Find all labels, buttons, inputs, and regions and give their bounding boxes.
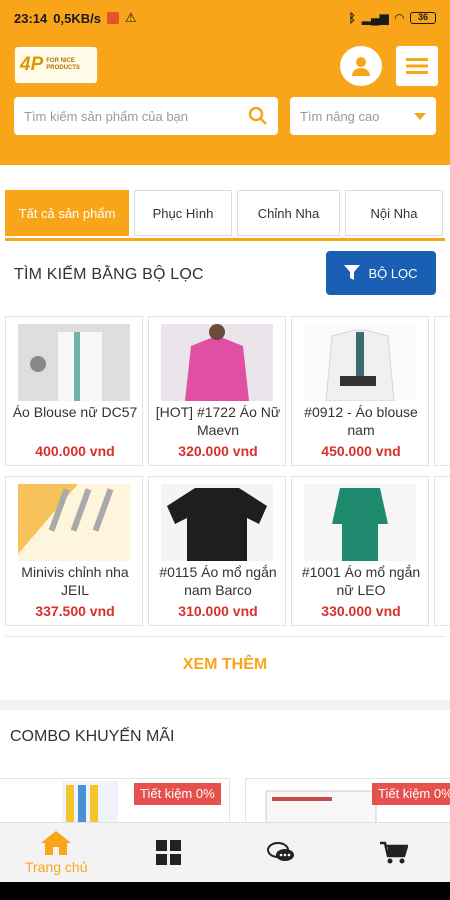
filter-button[interactable]: BỘ LỌC [326, 251, 436, 295]
status-bar: 23:14 0,5KB/s ⚠ ᛒ ▂▄▆ ◠ 36 [0, 0, 450, 36]
grid-icon [155, 840, 181, 865]
bluetooth-icon: ᛒ [348, 11, 356, 25]
divider [5, 636, 445, 637]
logo-text: FOR NICE PRODUCTS [46, 58, 80, 72]
warning-icon: ⚠ [124, 10, 137, 25]
tab-phuc-hinh[interactable]: Phục Hình [134, 190, 232, 236]
hamburger-icon [406, 58, 428, 74]
product-name: #0115 Áo mổ ngắn nam Barco [159, 564, 277, 598]
category-tabs: Tất cả sản phẩm Phục Hình Chỉnh Nha Nội … [5, 190, 445, 240]
product-image [304, 484, 416, 561]
search-icon[interactable] [248, 106, 268, 126]
product-card[interactable]: Minivis chỉnh nha JEIL 337.500 vnd [5, 476, 143, 626]
status-time: 23:14 [14, 10, 48, 26]
logo-text-line1: FOR NICE [46, 58, 75, 64]
app-header: 23:14 0,5KB/s ⚠ ᛒ ▂▄▆ ◠ 36 4P FOR NICE P… [0, 0, 450, 165]
product-card[interactable] [434, 476, 450, 626]
product-grid: Áo Blouse nữ DC57 400.000 vnd [HOT] #172… [5, 316, 450, 636]
product-name: [HOT] #1722 Áo Nữ Maevn [155, 404, 281, 438]
product-image [161, 484, 273, 561]
system-navigation-bar [0, 882, 450, 900]
search-box [14, 97, 278, 135]
product-name: #0912 - Áo blouse nam [304, 404, 418, 438]
product-card[interactable]: #0912 - Áo blouse nam 450.000 vnd [291, 316, 429, 466]
combo-card[interactable]: Tiết kiệm 0% [0, 778, 230, 828]
notification-icon [106, 12, 119, 24]
tab-all-products[interactable]: Tất cả sản phẩm [5, 190, 129, 236]
home-icon [41, 831, 72, 855]
chat-icon [267, 842, 295, 861]
signal-icon: ▂▄▆ [361, 11, 389, 25]
product-image [304, 324, 416, 401]
section-separator [0, 700, 450, 710]
product-price: 330.000 vnd [321, 603, 401, 619]
product-name: Áo Blouse nữ DC57 [12, 404, 138, 420]
product-card[interactable] [434, 316, 450, 466]
combo-carousel: Tiết kiệm 0% Tiết kiệm 0% [0, 778, 450, 828]
tab-chinh-nha[interactable]: Chỉnh Nha [237, 190, 340, 236]
filter-title: TÌM KIẾM BẰNG BỘ LỌC [14, 266, 204, 283]
product-price: 337.500 vnd [35, 603, 115, 619]
product-price: 400.000 vnd [35, 443, 115, 459]
filter-icon [344, 265, 361, 280]
status-net-speed: 0,5KB/s [53, 10, 101, 26]
product-card[interactable]: #1001 Áo mổ ngắn nữ LEO 330.000 vnd [291, 476, 429, 626]
product-card[interactable]: Áo Blouse nữ DC57 400.000 vnd [5, 316, 143, 466]
search-input[interactable] [24, 108, 234, 124]
nav-categories[interactable] [113, 823, 226, 883]
filter-button-label: BỘ LỌC [368, 265, 418, 281]
advanced-search-dropdown[interactable]: Tìm nâng cao [290, 97, 436, 135]
logo-text-line2: PRODUCTS [46, 65, 80, 71]
tab-underline [5, 238, 445, 241]
product-price: 310.000 vnd [178, 603, 258, 619]
product-card[interactable]: #0115 Áo mổ ngắn nam Barco 310.000 vnd [148, 476, 286, 626]
discount-badge: Tiết kiệm 0% [372, 783, 450, 805]
product-name: #1001 Áo mổ ngắn nữ LEO [301, 564, 421, 598]
product-price: 450.000 vnd [321, 443, 401, 459]
cart-icon [379, 841, 408, 864]
nav-messages[interactable] [225, 823, 338, 883]
wifi-icon: ◠ [394, 11, 404, 25]
discount-badge: Tiết kiệm 0% [134, 783, 221, 805]
brand-logo[interactable]: 4P FOR NICE PRODUCTS [14, 46, 98, 84]
chevron-down-icon [414, 112, 426, 120]
tab-noi-nha[interactable]: Nội Nha [345, 190, 443, 236]
combo-card[interactable]: Tiết kiệm 0% [245, 778, 450, 828]
product-image [18, 324, 130, 401]
user-icon [352, 57, 370, 76]
logo-mark: 4P [20, 54, 44, 75]
see-more-link[interactable]: XEM THÊM [0, 656, 450, 674]
nav-home-label: Trang chủ [24, 859, 88, 875]
product-name: Minivis chỉnh nha JEIL [21, 564, 129, 598]
advanced-search-label: Tìm nâng cao [300, 108, 380, 124]
account-button[interactable] [340, 46, 382, 86]
battery-icon: 36 [410, 12, 436, 24]
bottom-navigation: Trang chủ [0, 822, 450, 882]
product-image [18, 484, 130, 561]
product-price: 320.000 vnd [178, 443, 258, 459]
nav-cart[interactable] [338, 823, 450, 883]
product-image [161, 324, 273, 401]
combo-section-title: COMBO KHUYẾN MÃI [10, 728, 175, 745]
product-card[interactable]: [HOT] #1722 Áo Nữ Maevn 320.000 vnd [148, 316, 286, 466]
menu-button[interactable] [396, 46, 438, 86]
nav-home[interactable]: Trang chủ [0, 823, 113, 883]
